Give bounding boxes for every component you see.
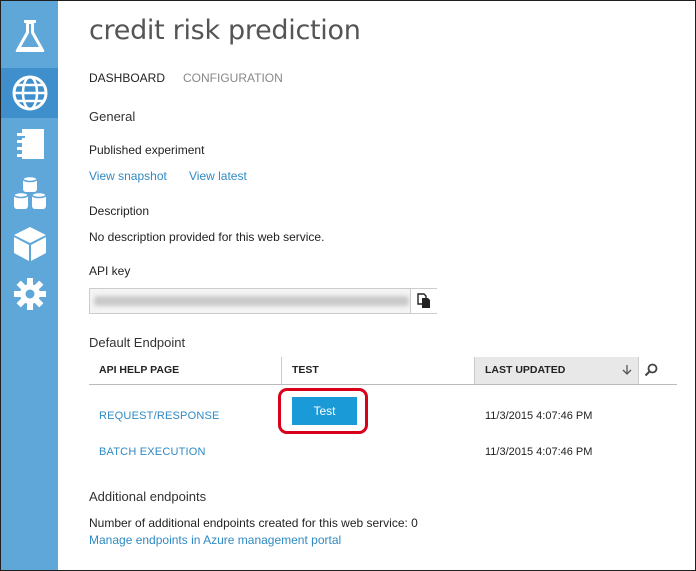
sidebar-item-web-services[interactable] (1, 68, 58, 118)
tab-dashboard[interactable]: DASHBOARD (89, 71, 165, 85)
globe-icon (12, 75, 47, 111)
datasets-icon (12, 175, 47, 209)
test-button[interactable]: Test (292, 397, 357, 425)
description-value: No description provided for this web ser… (89, 230, 325, 244)
view-latest-link[interactable]: View latest (189, 169, 247, 183)
page-title: credit risk prediction (89, 15, 361, 46)
view-snapshot-link[interactable]: View snapshot (89, 169, 167, 183)
last-updated-value: 11/3/2015 4:07:46 PM (485, 410, 593, 422)
api-key-field[interactable] (89, 288, 437, 314)
cube-icon (13, 227, 46, 261)
last-updated-value: 11/3/2015 4:07:46 PM (485, 446, 593, 458)
sidebar-item-settings[interactable] (1, 269, 58, 319)
column-last-updated[interactable]: LAST UPDATED (475, 357, 638, 384)
endpoint-table-header: API HELP PAGE TEST LAST UPDATED (89, 357, 677, 385)
default-endpoint-heading: Default Endpoint (89, 335, 186, 350)
sidebar-item-trained-models[interactable] (1, 219, 58, 269)
flask-icon (15, 20, 44, 52)
column-api-help-page[interactable]: API HELP PAGE (89, 357, 279, 384)
sidebar-item-experiments[interactable] (1, 11, 58, 61)
batch-execution-link[interactable]: BATCH EXECUTION (99, 446, 206, 458)
sidebar-item-datasets[interactable] (1, 169, 58, 219)
column-last-updated-label: LAST UPDATED (485, 364, 566, 376)
copy-icon (417, 293, 430, 308)
api-key-blurred-value (94, 296, 409, 306)
sidebar-item-notebooks[interactable] (1, 119, 58, 169)
request-response-link[interactable]: REQUEST/RESPONSE (99, 410, 220, 422)
additional-endpoints-heading: Additional endpoints (89, 489, 207, 504)
window: credit risk prediction DASHBOARD CONFIGU… (0, 0, 696, 571)
tab-configuration[interactable]: CONFIGURATION (183, 71, 283, 85)
copy-api-key-button[interactable] (410, 289, 437, 313)
additional-endpoints-count: Number of additional endpoints created f… (89, 516, 418, 530)
column-divider (638, 357, 639, 384)
gear-icon (13, 278, 46, 310)
column-test[interactable]: TEST (282, 357, 472, 384)
api-key-label: API key (89, 264, 131, 278)
manage-endpoints-link[interactable]: Manage endpoints in Azure management por… (89, 533, 341, 547)
sidebar (1, 1, 58, 570)
search-icon[interactable] (644, 363, 658, 380)
published-experiment-label: Published experiment (89, 143, 205, 157)
general-heading: General (89, 109, 136, 124)
sort-arrow-icon[interactable] (622, 357, 632, 384)
description-label: Description (89, 204, 150, 218)
notebook-icon (16, 129, 44, 159)
